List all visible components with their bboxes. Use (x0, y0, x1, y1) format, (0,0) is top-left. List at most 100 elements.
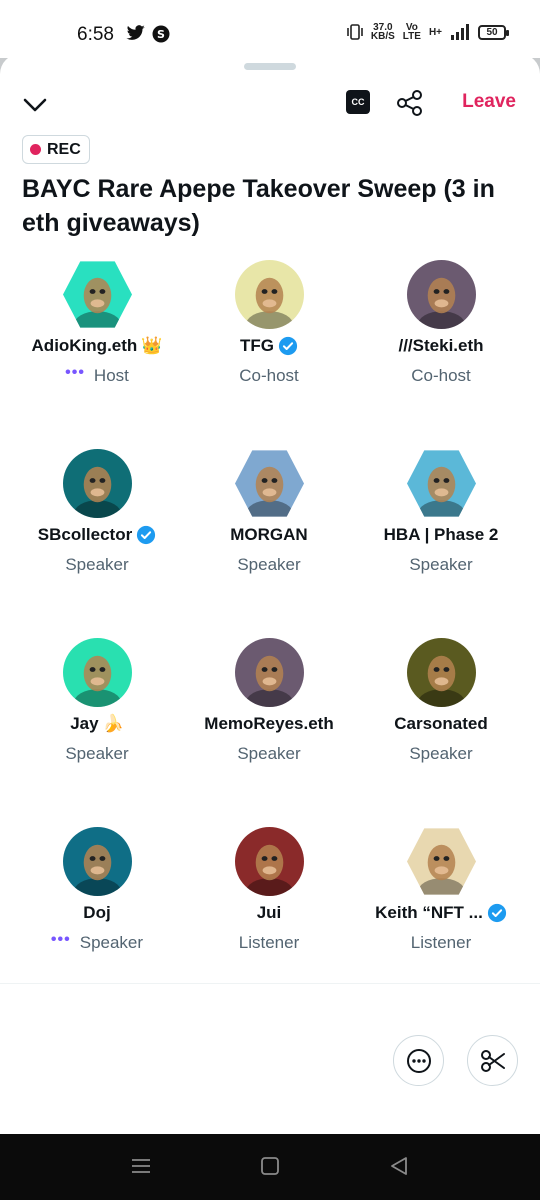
chevron-down-icon[interactable] (22, 92, 48, 118)
participant-card[interactable]: Doj ••• Speaker (11, 827, 183, 1016)
participant-card[interactable]: Keith “NFT ... Listener (355, 827, 527, 1016)
participant-name-text: Carsonated (394, 714, 488, 733)
participant-name: TFG (183, 336, 355, 356)
signal-icon (451, 24, 469, 40)
participant-role-text: Listener (238, 933, 300, 952)
participant-role-text: Co-host (411, 366, 471, 385)
menu-icon[interactable] (131, 1156, 151, 1176)
participant-name-text: MORGAN (230, 525, 308, 544)
participant-name: Keith “NFT ... (355, 903, 527, 923)
participant-name: Jay 🍌 (11, 714, 183, 734)
participant-card[interactable]: HBA | Phase 2 Speaker (355, 449, 527, 638)
participant-card[interactable]: SBcollector Speaker (11, 449, 183, 638)
participant-role-text: Listener (410, 933, 472, 952)
avatar[interactable] (63, 449, 132, 518)
participant-name: Doj (11, 903, 183, 923)
participant-role: Listener (183, 933, 355, 953)
participant-role: Speaker (183, 555, 355, 575)
participant-role-text: Speaker (237, 555, 301, 574)
avatar[interactable] (407, 450, 476, 517)
twitter-bird-icon (126, 25, 145, 40)
avatar[interactable] (235, 450, 304, 517)
verified-badge-icon (487, 903, 506, 923)
leave-button[interactable]: Leave (462, 91, 516, 113)
participant-role-text: Speaker (79, 933, 144, 952)
scissors-icon (480, 1049, 505, 1072)
participant-role: Speaker (11, 744, 183, 764)
avatar[interactable] (235, 827, 304, 896)
talking-dots-icon: ••• (65, 364, 85, 381)
space-sheet: CC Leave REC BAYC Rare Apepe Takeover Sw… (0, 54, 540, 1134)
avatar[interactable] (407, 828, 476, 895)
participant-name: AdioKing.eth 👑 (11, 336, 183, 356)
network-type: H+ (428, 26, 442, 38)
rec-dot-icon (30, 144, 41, 155)
participant-role: Speaker (355, 744, 527, 764)
participant-role: Co-host (355, 366, 527, 386)
participant-name-text: Jui (256, 903, 282, 922)
participant-name: HBA | Phase 2 (355, 525, 527, 545)
participant-role: Speaker (355, 555, 527, 575)
status-icons: 37.0 KB/S Vo LTE H+ 50 (347, 22, 509, 42)
verified-badge-icon (137, 525, 156, 545)
participant-name: ///Steki.eth (355, 336, 527, 356)
participant-name-text: SBcollector (37, 525, 133, 544)
participant-name-text: HBA | Phase 2 (383, 525, 499, 544)
participant-name-text: Doj (83, 903, 111, 922)
participant-name: MemoReyes.eth (183, 714, 355, 734)
participant-card[interactable]: AdioKing.eth 👑 ••• Host (11, 260, 183, 449)
participant-role: Speaker (183, 744, 355, 764)
system-nav-bar (0, 1134, 540, 1200)
name-emoji-badge: 🍌 (102, 714, 124, 733)
participant-role: Co-host (183, 366, 355, 386)
talking-dots-icon: ••• (50, 931, 71, 948)
participant-name-text: ///Steki.eth (398, 336, 484, 355)
drag-handle[interactable] (244, 63, 296, 70)
volte-indicator: Vo LTE (402, 22, 421, 42)
avatar[interactable] (63, 261, 132, 328)
battery-indicator: 50 (478, 24, 509, 40)
space-title: BAYC Rare Apepe Takeover Sweep (3 in eth… (22, 175, 495, 237)
clip-button[interactable] (467, 1035, 518, 1086)
participant-role: ••• Speaker (11, 931, 183, 953)
avatar[interactable] (407, 260, 476, 329)
participant-name-text: MemoReyes.eth (204, 714, 334, 733)
participant-role-text: Speaker (237, 744, 301, 763)
participant-role: Listener (355, 933, 527, 953)
more-icon (406, 1048, 431, 1073)
participant-card[interactable]: TFG Co-host (183, 260, 355, 449)
captions-button[interactable]: CC (346, 90, 370, 114)
participant-name-text: Keith “NFT ... (375, 903, 483, 922)
back-icon[interactable] (389, 1156, 409, 1176)
participant-name: MORGAN (183, 525, 355, 545)
participant-name: Carsonated (355, 714, 527, 734)
participant-name-text: AdioKing.eth (31, 336, 138, 355)
participant-card[interactable]: Jay 🍌 Speaker (11, 638, 183, 827)
vibrate-icon (347, 24, 363, 40)
rec-label: REC (47, 140, 81, 158)
participant-card[interactable]: Carsonated Speaker (355, 638, 527, 827)
participant-card[interactable]: MORGAN Speaker (183, 449, 355, 638)
participant-card[interactable]: MemoReyes.eth Speaker (183, 638, 355, 827)
share-icon[interactable] (396, 89, 424, 117)
status-time: 6:58 (77, 24, 114, 45)
participant-role-text: Speaker (65, 744, 129, 763)
svg-text:S: S (157, 28, 165, 41)
participant-role-text: Speaker (409, 555, 473, 574)
participant-name-text: TFG (240, 336, 274, 355)
avatar[interactable] (235, 260, 304, 329)
participant-card[interactable]: Jui Listener (183, 827, 355, 1016)
name-emoji-badge: 👑 (141, 336, 163, 355)
divider (0, 983, 540, 984)
avatar[interactable] (235, 638, 304, 707)
participant-role-text: Co-host (239, 366, 299, 385)
avatar[interactable] (63, 827, 132, 896)
participant-role-text: Speaker (65, 555, 129, 574)
network-speed: 37.0 KB/S (370, 22, 395, 42)
avatar[interactable] (407, 638, 476, 707)
more-button[interactable] (393, 1035, 444, 1086)
participant-card[interactable]: ///Steki.eth Co-host (355, 260, 527, 449)
home-icon[interactable] (260, 1156, 280, 1176)
avatar[interactable] (63, 638, 132, 707)
participant-role-text: Host (93, 366, 129, 385)
